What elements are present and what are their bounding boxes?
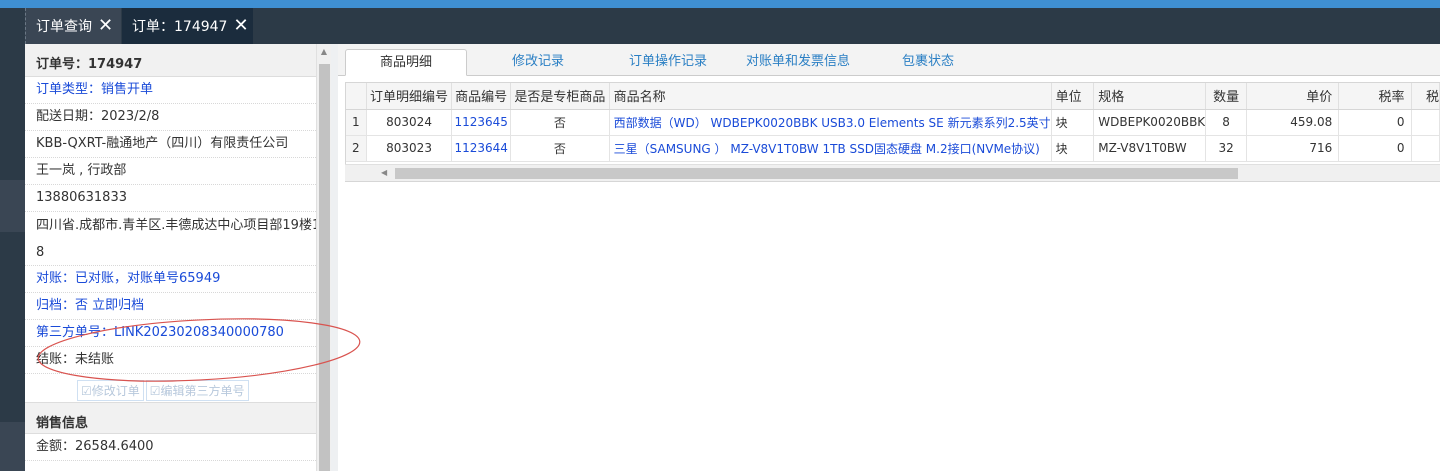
tab-statement-invoice[interactable]: 对账单和发票信息 xyxy=(738,49,858,76)
edit-third-party-button[interactable]: ☑编辑第三方单号 xyxy=(145,380,249,401)
header-rownum xyxy=(346,83,367,110)
spec-cell: WDBEPK0020BBK xyxy=(1093,109,1207,136)
header-counter[interactable]: 是否是专柜商品 xyxy=(510,83,610,110)
close-icon[interactable]: ✕ xyxy=(233,17,248,35)
top-accent-bar xyxy=(0,0,1440,8)
row-number: 1 xyxy=(346,109,367,136)
tab-product-details[interactable]: 商品明细 xyxy=(345,49,467,76)
header-spec[interactable]: 规格 xyxy=(1093,83,1207,110)
table-row[interactable]: 1 803024 1123645 否 西部数据（WD） WDBEPK0020BB… xyxy=(346,109,1440,136)
header-price[interactable]: 单价 xyxy=(1246,83,1340,110)
header-tax[interactable]: 税 xyxy=(1411,83,1440,110)
delivery-address: 四川省.成都市.青羊区.丰德成达中心项目部19楼1-8 xyxy=(25,212,330,266)
reconciliation-status[interactable]: 对账：已对账，对账单号65949 xyxy=(25,266,330,293)
scroll-up-icon[interactable]: ▲ xyxy=(317,44,331,60)
side-scrollbar[interactable]: ▲ xyxy=(316,44,331,471)
left-gutter xyxy=(0,44,25,471)
product-name-link[interactable]: 三星（SAMSUNG ） MZ-V8V1T0BW 1TB SSD固态硬盘 M.2… xyxy=(609,135,1052,162)
tax-cell xyxy=(1411,135,1440,162)
product-name-link[interactable]: 西部数据（WD） WDBEPK0020BBK USB3.0 Elements S… xyxy=(609,109,1052,136)
close-icon[interactable]: ✕ xyxy=(98,17,113,35)
action-buttons: ☑修改订单 ☑编辑第三方单号 xyxy=(25,374,330,402)
header-detail-no[interactable]: 订单明细编号 xyxy=(366,83,453,110)
price-cell: 716 xyxy=(1246,135,1340,162)
third-party-order-no[interactable]: 第三方单号：LINK20230208340000780 xyxy=(25,320,330,347)
delivery-date: 配送日期：2023/2/8 xyxy=(25,104,330,131)
tab-change-log[interactable]: 修改记录 xyxy=(488,49,588,76)
qty-cell: 32 xyxy=(1205,135,1248,162)
tab-label: 订单查询 xyxy=(36,19,92,35)
counter-cell: 否 xyxy=(510,135,610,162)
edit-order-button[interactable]: ☑修改订单 xyxy=(77,380,144,401)
tab-bar: 订单查询 ✕ 订单：174947 ✕ xyxy=(0,8,1440,44)
hscroll-thumb[interactable] xyxy=(395,168,1238,179)
detail-tabs: 商品明细 修改记录 订单操作记录 对账单和发票信息 包裹状态 xyxy=(338,44,1440,76)
tax-cell xyxy=(1411,109,1440,136)
table-row[interactable]: 2 803023 1123644 否 三星（SAMSUNG ） MZ-V8V1T… xyxy=(346,135,1440,162)
contact-phone: 13880631833 xyxy=(25,185,330,212)
price-cell: 459.08 xyxy=(1246,109,1340,136)
unit-cell: 块 xyxy=(1051,109,1095,136)
tab-order-query[interactable]: 订单查询 ✕ xyxy=(25,8,121,44)
unit-cell: 块 xyxy=(1051,135,1095,162)
scroll-thumb[interactable] xyxy=(319,64,330,471)
edit-third-party-label: 编辑第三方单号 xyxy=(160,384,245,398)
grid-hscrollbar[interactable]: ◀ xyxy=(345,164,1440,181)
counter-cell: 否 xyxy=(510,109,610,136)
tax-rate-cell: 0 xyxy=(1338,109,1412,136)
qty-cell: 8 xyxy=(1205,109,1248,136)
table-header-row: 订单明细编号 商品编号 是否是专柜商品 商品名称 单位 规格 数量 单价 税率 … xyxy=(346,83,1440,110)
scroll-left-icon[interactable]: ◀ xyxy=(381,168,387,177)
tab-label: 订单：174947 xyxy=(132,19,228,35)
row-number: 2 xyxy=(346,135,367,162)
header-qty[interactable]: 数量 xyxy=(1205,83,1248,110)
detail-no-cell: 803024 xyxy=(366,109,453,136)
header-product-no[interactable]: 商品编号 xyxy=(451,83,511,110)
main-content: 商品明细 修改记录 订单操作记录 对账单和发票信息 包裹状态 订单明细编号 商品… xyxy=(338,44,1440,471)
detail-no-cell: 803023 xyxy=(366,135,453,162)
tab-order-detail[interactable]: 订单：174947 ✕ xyxy=(122,8,253,44)
header-unit[interactable]: 单位 xyxy=(1051,83,1095,110)
edit-order-label: 修改订单 xyxy=(91,384,140,398)
order-info-panel: 订单号：174947 订单类型：销售开单 配送日期：2023/2/8 KBB-Q… xyxy=(25,44,331,471)
spec-cell: MZ-V8V1T0BW xyxy=(1093,135,1207,162)
header-tax-rate[interactable]: 税率 xyxy=(1338,83,1412,110)
gutter-block xyxy=(0,422,25,471)
product-table: 订单明细编号 商品编号 是否是专柜商品 商品名称 单位 规格 数量 单价 税率 … xyxy=(346,83,1440,162)
header-product-name[interactable]: 商品名称 xyxy=(609,83,1052,110)
product-no-link[interactable]: 1123644 xyxy=(451,135,511,162)
tab-operation-log[interactable]: 订单操作记录 xyxy=(613,49,723,76)
tax-rate-cell: 0 xyxy=(1338,135,1412,162)
settlement-status: 结账：未结账 xyxy=(25,347,330,374)
customer-company: KBB-QXRT-融通地产（四川）有限责任公司 xyxy=(25,131,330,158)
order-number-header: 订单号：174947 xyxy=(25,44,330,77)
tab-package-status[interactable]: 包裹状态 xyxy=(883,49,973,76)
gutter-block xyxy=(0,180,25,232)
product-no-link[interactable]: 1123645 xyxy=(451,109,511,136)
archive-status[interactable]: 归档：否 立即归档 xyxy=(25,293,330,320)
order-amount: 金额：26584.6400 xyxy=(25,434,330,461)
panel-divider[interactable] xyxy=(331,44,338,471)
order-type[interactable]: 订单类型：销售开单 xyxy=(25,77,330,104)
sales-info-header: 销售信息 xyxy=(25,402,330,434)
contact-person: 王一岚 , 行政部 xyxy=(25,158,330,185)
